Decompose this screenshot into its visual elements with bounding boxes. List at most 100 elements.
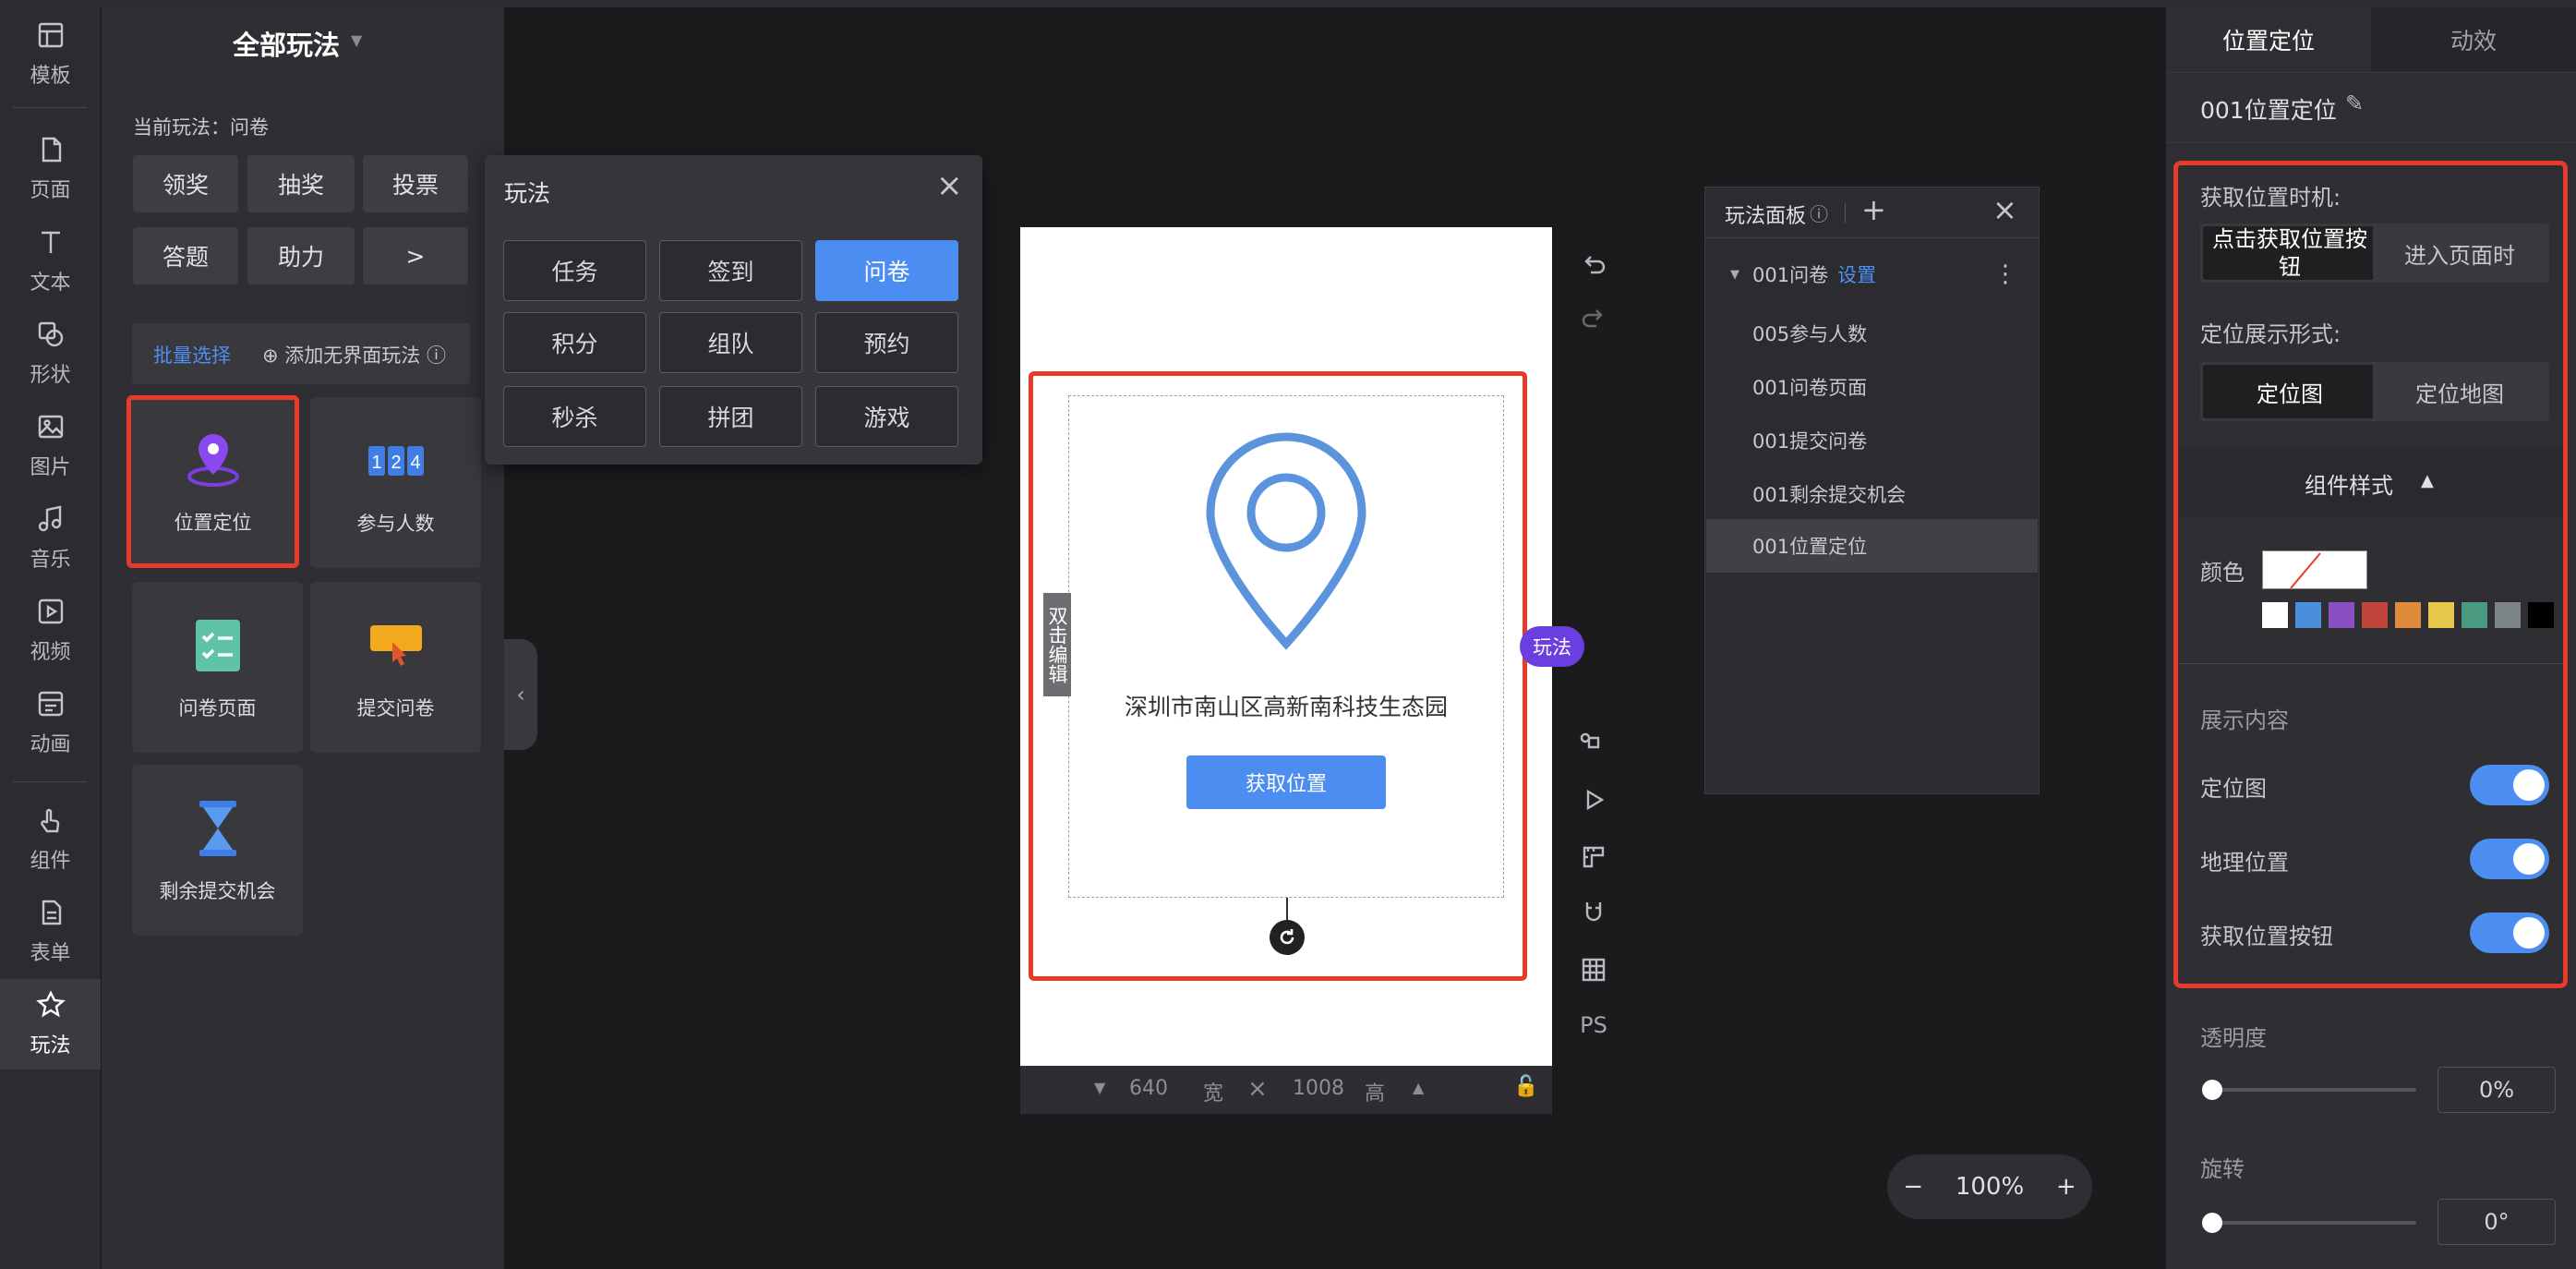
svg-text:4: 4 [410, 453, 420, 473]
zoom-out-button[interactable]: − [1903, 1173, 1923, 1201]
card-questionnaire-page[interactable]: 问卷页面 [132, 582, 303, 753]
shape-icon [38, 321, 63, 347]
gameplay-option[interactable]: 秒杀 [503, 386, 646, 447]
info-icon[interactable]: ⓘ [1810, 199, 1828, 226]
gameplay-option[interactable]: 积分 [503, 312, 646, 373]
rail-item-text[interactable]: 文本 [0, 216, 101, 307]
panel-title[interactable]: 全部玩法 [233, 24, 340, 63]
rail-item-music[interactable]: 音乐 [0, 493, 101, 584]
color-swatch[interactable] [2495, 602, 2521, 628]
width-value[interactable]: 640 [1129, 1077, 1168, 1100]
rail-item-template[interactable]: 模板 [0, 9, 101, 100]
layer-item-selected[interactable]: 001位置定位 [1706, 519, 2038, 573]
gameplay-option[interactable]: 游戏 [815, 386, 958, 447]
gameplay-option[interactable]: 签到 [659, 240, 802, 301]
layer-label: 001剩余提交机会 [1752, 484, 1907, 506]
card-location[interactable]: 位置定位 [126, 395, 299, 568]
layer-item[interactable]: 001提交问卷 [1706, 414, 2038, 467]
image-icon [38, 415, 63, 439]
zoom-control: − 100% + [1887, 1154, 2092, 1219]
tab-location[interactable]: 位置定位 [2166, 7, 2371, 72]
add-icon[interactable]: + [1861, 192, 1886, 227]
tab-animation[interactable]: 动效 [2371, 7, 2576, 72]
collapse-panel-button[interactable]: ‹ [504, 639, 537, 750]
close-icon[interactable]: × [1992, 192, 2017, 227]
layer-group-label: 001问卷 [1752, 264, 1829, 286]
group-settings-link[interactable]: 设置 [1837, 260, 1876, 288]
gameplay-option[interactable]: 任务 [503, 240, 646, 301]
color-swatch[interactable] [2395, 602, 2421, 628]
link-icon[interactable]: × [1247, 1075, 1268, 1103]
rotation-slider-handle[interactable] [2202, 1213, 2222, 1233]
card-remaining-chances[interactable]: 剩余提交机会 [132, 765, 303, 936]
color-swatch[interactable] [2428, 602, 2454, 628]
quick-button[interactable]: 助力 [247, 227, 355, 284]
magnet-icon[interactable] [1577, 896, 1610, 929]
lock-icon[interactable]: 🔓 [1513, 1075, 1538, 1098]
add-uiless-gameplay[interactable]: ⊕ 添加无界面玩法 ⓘ [262, 341, 446, 369]
rotation-value-input[interactable]: 0° [2438, 1199, 2556, 1245]
chevron-down-icon[interactable]: ▼ [351, 31, 362, 49]
height-value[interactable]: 1008 [1293, 1077, 1344, 1100]
svg-text:1: 1 [371, 453, 381, 473]
redo-icon[interactable] [1577, 301, 1610, 334]
component-icon [40, 808, 59, 833]
ps-button[interactable]: PS [1577, 1009, 1610, 1042]
quick-button[interactable]: 领奖 [133, 155, 238, 212]
layer-item[interactable]: 001问卷页面 [1706, 360, 2038, 414]
zoom-value: 100% [1955, 1173, 2025, 1201]
more-vertical-icon[interactable]: ⋮ [1993, 260, 2017, 288]
ruler-icon[interactable] [1577, 840, 1610, 874]
grid-icon[interactable] [1577, 953, 1610, 986]
play-icon[interactable] [1577, 783, 1610, 816]
zoom-in-button[interactable]: + [2056, 1173, 2076, 1201]
color-swatch[interactable] [2362, 602, 2388, 628]
close-icon[interactable]: × [936, 170, 963, 201]
rotation-slider[interactable] [2206, 1221, 2416, 1225]
rail-item-shape[interactable]: 形状 [0, 308, 101, 399]
edit-icon[interactable]: ✎ [2345, 91, 2364, 116]
rail-item-gameplay[interactable]: 玩法 [0, 979, 101, 1070]
rail-item-component[interactable]: 组件 [0, 794, 101, 885]
rail-item-video[interactable]: 视频 [0, 586, 101, 676]
layer-group[interactable]: ▼ 001问卷 设置 ⋮ [1706, 248, 2038, 301]
current-gameplay-label: 当前玩法：问卷 [133, 116, 269, 139]
layer-item[interactable]: 001剩余提交机会 [1706, 467, 2038, 521]
quick-button[interactable]: 答题 [133, 227, 238, 284]
command-icon[interactable] [1577, 726, 1610, 759]
opacity-slider[interactable] [2206, 1088, 2416, 1092]
batch-select-link[interactable]: 批量选择 [153, 341, 231, 369]
undo-icon[interactable] [1577, 248, 1610, 281]
color-swatch[interactable] [2295, 602, 2321, 628]
more-button[interactable]: > [363, 227, 468, 284]
caret-down-icon[interactable]: ▼ [1730, 268, 1739, 282]
rail-item-form[interactable]: 表单 [0, 887, 101, 977]
card-participants[interactable]: 124 参与人数 [310, 397, 481, 568]
rail-label: 文本 [30, 272, 71, 295]
rail-item-animation[interactable]: 动画 [0, 678, 101, 768]
color-swatch[interactable] [2329, 602, 2354, 628]
gameplay-badge[interactable]: 玩法 [1520, 626, 1584, 667]
gameplay-option-selected[interactable]: 问卷 [815, 240, 958, 301]
caret-up-icon[interactable]: ▲ [1413, 1079, 1424, 1096]
color-swatch[interactable] [2528, 602, 2554, 628]
layer-item[interactable]: 005参与人数 [1706, 307, 2038, 360]
help-icon[interactable]: ⓘ [427, 344, 446, 367]
rail-item-image[interactable]: 图片 [0, 401, 101, 491]
opacity-slider-handle[interactable] [2202, 1080, 2222, 1100]
gameplay-option[interactable]: 组队 [659, 312, 802, 373]
caret-down-icon[interactable]: ▼ [1094, 1079, 1105, 1096]
color-swatch[interactable] [2262, 602, 2288, 628]
opacity-value-input[interactable]: 0% [2438, 1067, 2556, 1113]
rail-item-page[interactable]: 页面 [0, 124, 101, 214]
quick-button[interactable]: 投票 [363, 155, 468, 212]
gameplay-option[interactable]: 拼团 [659, 386, 802, 447]
color-swatch[interactable] [2462, 602, 2487, 628]
double-click-edit-tag[interactable]: 双击编辑 [1043, 593, 1071, 696]
component-name: 001位置定位 [2200, 97, 2337, 124]
top-bar [0, 0, 2576, 7]
card-submit-questionnaire[interactable]: 提交问卷 [310, 582, 481, 753]
quick-button[interactable]: 抽奖 [247, 155, 355, 212]
card-label: 提交问卷 [356, 696, 435, 719]
gameplay-option[interactable]: 预约 [815, 312, 958, 373]
